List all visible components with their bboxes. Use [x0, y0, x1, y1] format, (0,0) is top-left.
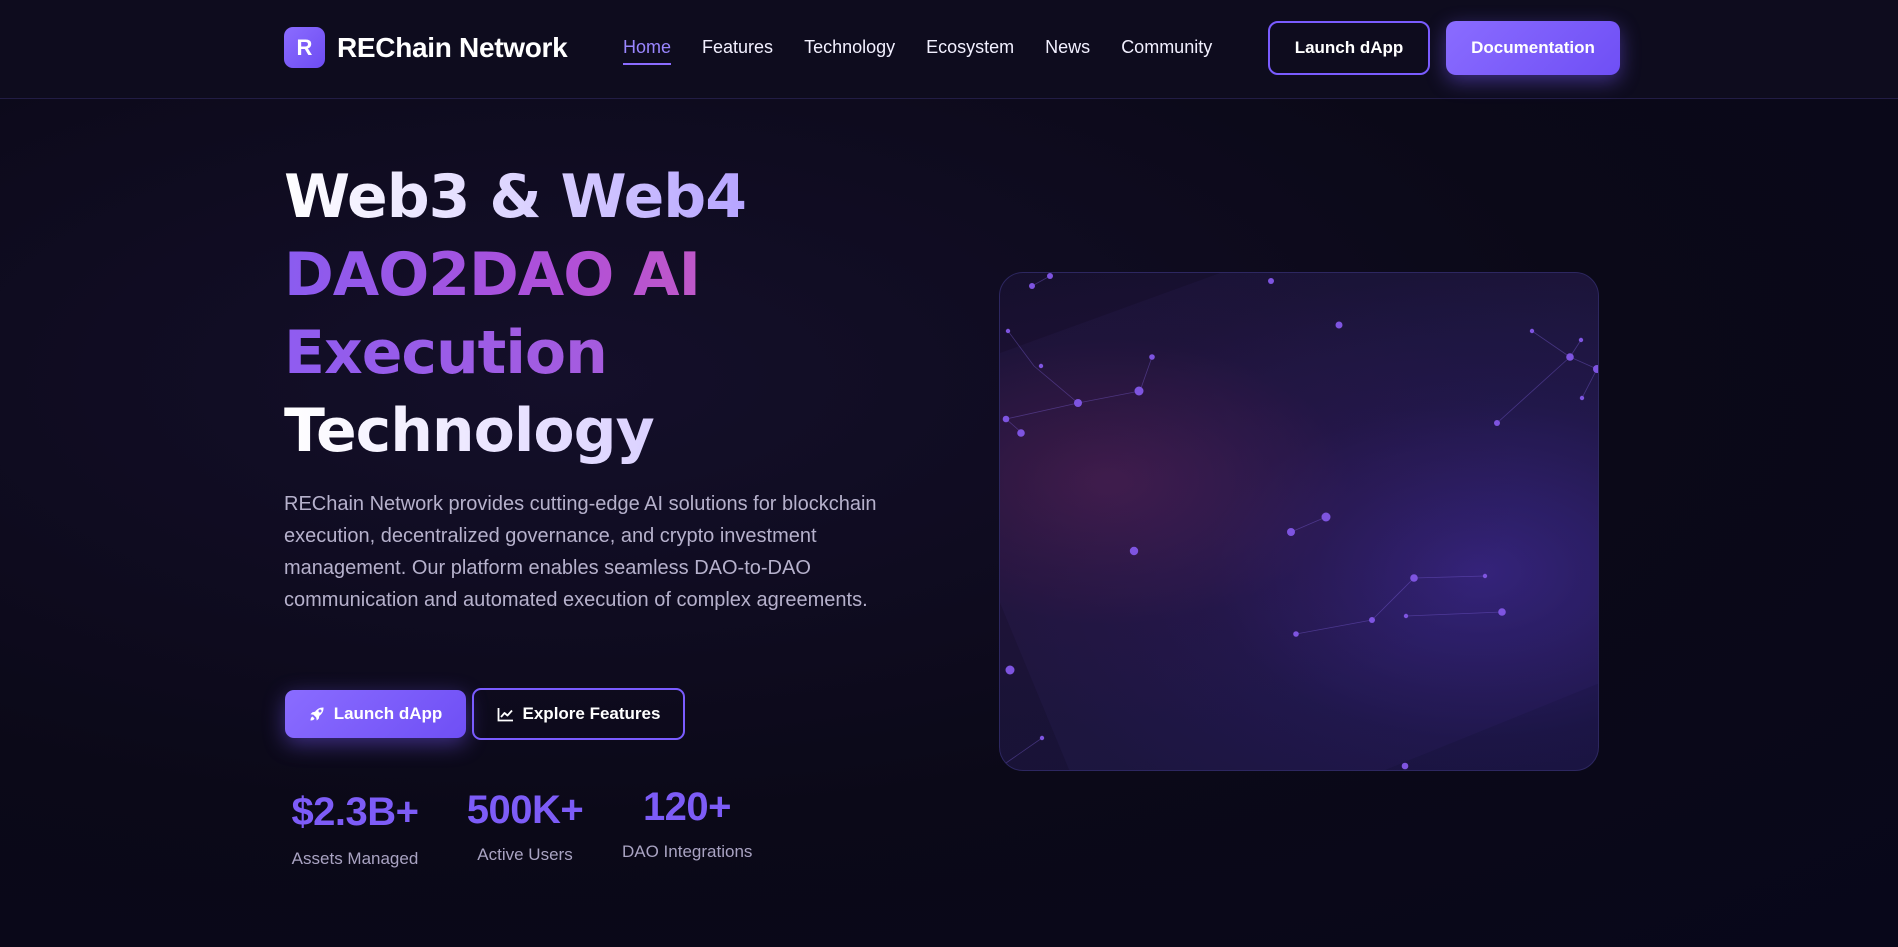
logo-badge: R: [284, 27, 325, 68]
network-visual: [999, 272, 1599, 771]
brand-logo[interactable]: R REChain Network: [284, 27, 568, 68]
nav-item-news[interactable]: News: [1045, 36, 1090, 58]
hero-title-line-2: DAO2DAO AI: [284, 236, 746, 314]
header-documentation-button[interactable]: Documentation: [1446, 21, 1620, 75]
hero-title-line-3: Execution: [284, 314, 746, 392]
nav-item-features[interactable]: Features: [702, 36, 773, 58]
brand-name: REChain Network: [337, 31, 568, 63]
stat-assets-managed: $2.3B+ Assets Managed: [284, 790, 426, 869]
stat-label: Active Users: [477, 845, 573, 864]
hero-explore-features-button[interactable]: Explore Features: [472, 688, 685, 740]
hero-title-line-1: Web3 & Web4: [284, 158, 747, 236]
site-header: R REChain Network Home Features Technolo…: [0, 0, 1898, 99]
nav-item-home[interactable]: Home: [623, 36, 672, 65]
hero-title-line-4: Technology: [284, 392, 746, 470]
hero-launch-dapp-button[interactable]: Launch dApp: [285, 690, 466, 738]
hero-launch-dapp-label: Launch dApp: [333, 704, 443, 723]
nav-item-community[interactable]: Community: [1121, 36, 1212, 58]
nav-item-technology[interactable]: Technology: [804, 36, 895, 58]
stat-value: 500K+: [466, 788, 584, 832]
hero-title: Web3 & Web4 DAO2DAO AI Execution Technol…: [284, 158, 747, 470]
stat-label: DAO Integrations: [622, 842, 753, 861]
network-graph: [1000, 273, 1598, 770]
stat-active-users: 500K+ Active Users: [459, 788, 591, 865]
stat-label: Assets Managed: [291, 849, 419, 868]
stat-dao-integrations: 120+ DAO Integrations: [622, 785, 752, 862]
main-nav: Home Features Technology Ecosystem News …: [623, 36, 1243, 65]
stat-value: 120+: [642, 785, 732, 829]
nav-item-ecosystem[interactable]: Ecosystem: [926, 36, 1014, 58]
chart-line-icon: [497, 707, 514, 722]
hero-description: REChain Network provides cutting-edge AI…: [284, 493, 877, 611]
hero-explore-features-label: Explore Features: [522, 704, 661, 723]
stat-value: $2.3B+: [291, 790, 419, 834]
header-launch-dapp-button[interactable]: Launch dApp: [1268, 21, 1430, 75]
rocket-icon: [309, 706, 325, 722]
